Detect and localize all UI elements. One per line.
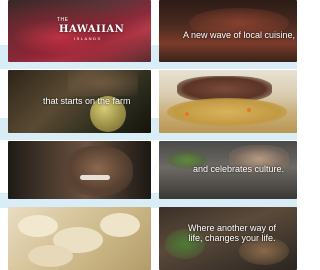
tile-chef-smiling [8, 141, 151, 199]
tile-garnishing-dish: and celebrates culture. [159, 141, 297, 199]
caption-celebrates-culture: and celebrates culture. [193, 164, 285, 174]
caption-way-of-life: Where another way of life, changes your … [187, 223, 277, 243]
tile-plated-meal [159, 70, 297, 133]
logo-main-text: HAWAIIAN [59, 24, 125, 35]
caption-local-cuisine: A new wave of local cuisine, [183, 30, 296, 40]
logo-small-text: THE [57, 17, 69, 23]
tile-feast-bowls: Where another way of life, changes your … [159, 207, 297, 270]
tile-farm-coconut: that starts on the farm [8, 70, 151, 133]
tile-sliced-fruit [8, 207, 151, 270]
hawaiian-islands-logo: THE HAWAIIAN ISLANDS [52, 17, 124, 45]
logo-sub-text: ISLANDS [74, 36, 102, 41]
tile-steak-dish: A new wave of local cuisine, [159, 0, 297, 62]
tile-raspberries-logo: THE HAWAIIAN ISLANDS [8, 0, 151, 62]
caption-starts-on-farm: that starts on the farm [43, 96, 131, 106]
